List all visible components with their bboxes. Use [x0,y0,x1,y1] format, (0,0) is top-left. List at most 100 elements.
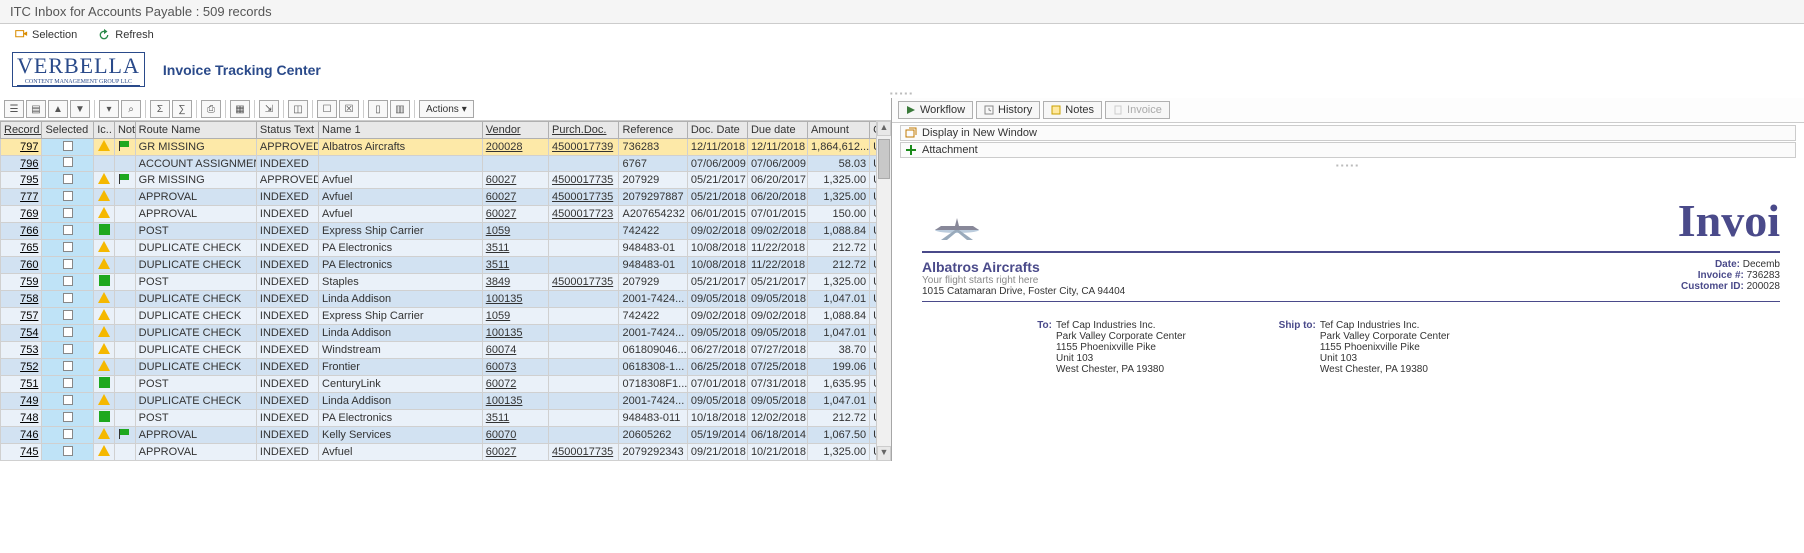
cell-record[interactable]: 753 [1,342,42,359]
cell-purchdoc[interactable]: 4500017723 [549,206,619,223]
cell-selected[interactable] [42,274,94,291]
table-row[interactable]: 746APPROVALINDEXEDKelly Services60070206… [1,427,891,444]
table-row[interactable]: 766POSTINDEXEDExpress Ship Carrier105974… [1,223,891,240]
table-row[interactable]: 757DUPLICATE CHECKINDEXEDExpress Ship Ca… [1,308,891,325]
checkbox-icon[interactable] [63,361,73,371]
table-row[interactable]: 765DUPLICATE CHECKINDEXEDPA Electronics3… [1,240,891,257]
table-row[interactable]: 795GR MISSINGAPPROVEDAvfuel6002745000177… [1,172,891,189]
checkbox-icon[interactable] [63,429,73,439]
select-all-icon[interactable]: ☐ [317,100,337,118]
cell-selected[interactable] [42,342,94,359]
cell-vendor[interactable]: 3849 [482,274,548,291]
chart-icon[interactable]: ◫ [288,100,308,118]
cell-vendor[interactable]: 100135 [482,325,548,342]
cell-vendor[interactable]: 60027 [482,206,548,223]
checkbox-icon[interactable] [63,259,73,269]
table-row[interactable]: 748POSTINDEXEDPA Electronics3511948483-0… [1,410,891,427]
tab-history[interactable]: History [976,101,1040,119]
cell-record[interactable]: 751 [1,376,42,393]
display-new-window-link[interactable]: Display in New Window [900,125,1796,141]
cell-selected[interactable] [42,325,94,342]
cell-vendor[interactable]: 60027 [482,444,548,461]
cell-record[interactable]: 757 [1,308,42,325]
tab-workflow[interactable]: Workflow [898,101,973,119]
cell-vendor[interactable]: 60074 [482,342,548,359]
checkbox-icon[interactable] [63,395,73,405]
checkbox-icon[interactable] [63,191,73,201]
col-amount[interactable]: Amount [808,122,870,139]
split-grip-h-right[interactable]: ▪▪▪▪▪ [892,161,1804,170]
checkbox-icon[interactable] [63,208,73,218]
cell-selected[interactable] [42,410,94,427]
sum-icon[interactable]: Σ [150,100,170,118]
cell-vendor[interactable]: 3511 [482,257,548,274]
cell-purchdoc[interactable] [549,342,619,359]
cell-vendor[interactable] [482,156,548,172]
table-row[interactable]: 754DUPLICATE CHECKINDEXEDLinda Addison10… [1,325,891,342]
cell-record[interactable]: 746 [1,427,42,444]
cell-vendor[interactable]: 60072 [482,376,548,393]
checkbox-icon[interactable] [63,242,73,252]
export-icon[interactable]: ⇲ [259,100,279,118]
scroll-up-icon[interactable]: ▲ [877,121,891,136]
cell-record[interactable]: 749 [1,393,42,410]
cell-purchdoc[interactable] [549,240,619,257]
cell-vendor[interactable]: 60027 [482,189,548,206]
cell-vendor[interactable]: 100135 [482,393,548,410]
cell-vendor[interactable]: 3511 [482,240,548,257]
cell-purchdoc[interactable] [549,427,619,444]
col-record[interactable]: Record ... [1,122,42,139]
cell-selected[interactable] [42,172,94,189]
refresh-button[interactable]: Refresh [97,28,154,42]
cell-record[interactable]: 748 [1,410,42,427]
scroll-down-icon[interactable]: ▼ [877,446,891,461]
cell-record[interactable]: 754 [1,325,42,342]
checkbox-icon[interactable] [63,412,73,422]
scroll-thumb[interactable] [878,139,890,179]
find-icon[interactable]: ⌕ [121,100,141,118]
cell-selected[interactable] [42,444,94,461]
deselect-all-icon[interactable]: ☒ [339,100,359,118]
cell-vendor[interactable]: 3511 [482,410,548,427]
cell-selected[interactable] [42,156,94,172]
checkbox-icon[interactable] [63,310,73,320]
cell-record[interactable]: 796 [1,156,42,172]
selection-button[interactable]: Selection [14,28,77,42]
cell-record[interactable]: 765 [1,240,42,257]
cell-record[interactable]: 797 [1,139,42,156]
cell-selected[interactable] [42,291,94,308]
cell-purchdoc[interactable] [549,291,619,308]
table-row[interactable]: 752DUPLICATE CHECKINDEXEDFrontier6007306… [1,359,891,376]
cell-vendor[interactable]: 60070 [482,427,548,444]
cell-purchdoc[interactable] [549,257,619,274]
cell-selected[interactable] [42,376,94,393]
cell-selected[interactable] [42,393,94,410]
checkbox-icon[interactable] [63,141,73,151]
cell-selected[interactable] [42,139,94,156]
table-row[interactable]: 759POSTINDEXEDStaples3849450001773520792… [1,274,891,291]
cell-vendor[interactable]: 200028 [482,139,548,156]
col-ref[interactable]: Reference [619,122,687,139]
cell-record[interactable]: 766 [1,223,42,240]
cell-record[interactable]: 777 [1,189,42,206]
table-row[interactable]: 797GR MISSINGAPPROVEDAlbatros Aircrafts2… [1,139,891,156]
checkbox-icon[interactable] [63,157,73,167]
cell-selected[interactable] [42,189,94,206]
col-status[interactable]: Status Text [256,122,318,139]
cell-record[interactable]: 769 [1,206,42,223]
cell-record[interactable]: 795 [1,172,42,189]
checkbox-icon[interactable] [63,174,73,184]
checkbox-icon[interactable] [63,293,73,303]
table-row[interactable]: 796ACCOUNT ASSIGNMENTINDEXED676707/06/20… [1,156,891,172]
cell-vendor[interactable]: 60027 [482,172,548,189]
cell-selected[interactable] [42,257,94,274]
cell-purchdoc[interactable]: 4500017735 [549,172,619,189]
checkbox-icon[interactable] [63,344,73,354]
cell-purchdoc[interactable] [549,325,619,342]
cell-purchdoc[interactable] [549,376,619,393]
layout-icon[interactable]: ▦ [230,100,250,118]
grid-icon[interactable]: ▥ [390,100,410,118]
sort-desc-icon[interactable]: ▼ [70,100,90,118]
checkbox-icon[interactable] [63,446,73,456]
table-row[interactable]: 749DUPLICATE CHECKINDEXEDLinda Addison10… [1,393,891,410]
